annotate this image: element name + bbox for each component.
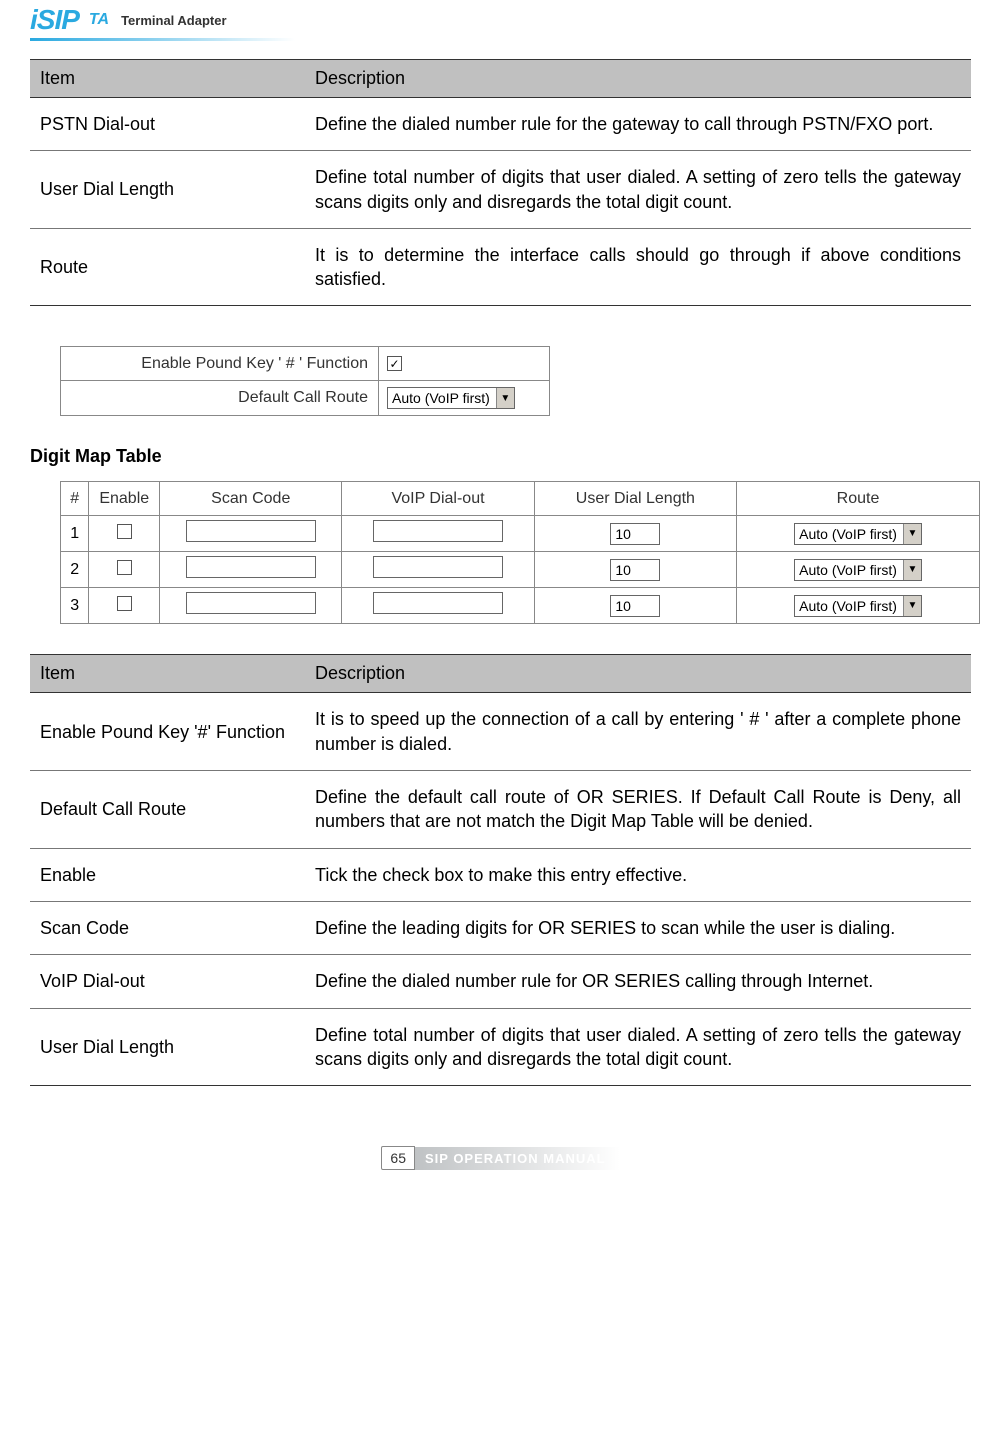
pound-key-label: Enable Pound Key ' # ' Function <box>61 347 379 380</box>
th-item: Item <box>30 60 305 98</box>
scan-code-input[interactable] <box>186 520 316 542</box>
enable-checkbox[interactable] <box>117 596 132 611</box>
select-value: Auto (VoIP first) <box>799 562 903 578</box>
cell-desc: It is to speed up the connection of a ca… <box>305 693 971 771</box>
table-row: VoIP Dial-out Define the dialed number r… <box>30 955 971 1008</box>
th-desc: Description <box>305 655 971 693</box>
chevron-down-icon: ▼ <box>496 388 514 408</box>
dial-length-input[interactable]: 10 <box>610 523 660 545</box>
dial-length-input[interactable]: 10 <box>610 595 660 617</box>
cell-item: Route <box>30 228 305 306</box>
chevron-down-icon: ▼ <box>903 560 921 580</box>
select-value: Auto (VoIP first) <box>799 598 903 614</box>
description-table-2: Item Description Enable Pound Key '#' Fu… <box>30 654 971 1086</box>
cell-num: 3 <box>61 588 89 624</box>
cell-desc: Define the leading digits for OR SERIES … <box>305 901 971 954</box>
table-row: 2 10 Auto (VoIP first)▼ <box>61 552 980 588</box>
table-row: Scan Code Define the leading digits for … <box>30 901 971 954</box>
th-num: # <box>61 482 89 516</box>
table-row: User Dial Length Define total number of … <box>30 1008 971 1086</box>
th-len: User Dial Length <box>534 482 736 516</box>
table-row: 1 10 Auto (VoIP first)▼ <box>61 516 980 552</box>
chevron-down-icon: ▼ <box>903 596 921 616</box>
cell-item: PSTN Dial-out <box>30 98 305 151</box>
scan-code-input[interactable] <box>186 592 316 614</box>
description-table-1: Item Description PSTN Dial-out Define th… <box>30 59 971 306</box>
cell-desc: Define total number of digits that user … <box>305 151 971 229</box>
cell-desc: Define the dialed number rule for the ga… <box>305 98 971 151</box>
th-item: Item <box>30 655 305 693</box>
logo-ta: TA <box>89 11 109 29</box>
settings-row-route: Default Call Route Auto (VoIP first) ▼ <box>61 381 549 415</box>
digit-map-table: # Enable Scan Code VoIP Dial-out User Di… <box>60 481 980 624</box>
cell-item: User Dial Length <box>30 151 305 229</box>
table-row: Enable Tick the check box to make this e… <box>30 848 971 901</box>
th-scan: Scan Code <box>160 482 342 516</box>
scan-code-input[interactable] <box>186 556 316 578</box>
cell-item: User Dial Length <box>30 1008 305 1086</box>
pound-key-checkbox[interactable]: ✓ <box>387 356 402 371</box>
default-route-select[interactable]: Auto (VoIP first) ▼ <box>387 387 515 409</box>
cell-item: Default Call Route <box>30 771 305 849</box>
enable-checkbox[interactable] <box>117 524 132 539</box>
select-value: Auto (VoIP first) <box>392 390 496 406</box>
cell-item: Enable <box>30 848 305 901</box>
cell-desc: Define the default call route of OR SERI… <box>305 771 971 849</box>
th-voip: VoIP Dial-out <box>342 482 534 516</box>
table-row: Route It is to determine the interface c… <box>30 228 971 306</box>
table-row: 3 10 Auto (VoIP first)▼ <box>61 588 980 624</box>
logo-text: iSIP <box>30 4 79 36</box>
th-enable: Enable <box>89 482 160 516</box>
section-title: Digit Map Table <box>30 446 971 467</box>
table-row: Default Call Route Define the default ca… <box>30 771 971 849</box>
default-route-label: Default Call Route <box>61 381 379 415</box>
voip-dialout-input[interactable] <box>373 592 503 614</box>
page-footer: 65 SIP OPERATION MANUAL <box>0 1146 1001 1170</box>
cell-desc: Define total number of digits that user … <box>305 1008 971 1086</box>
cell-num: 2 <box>61 552 89 588</box>
th-route: Route <box>737 482 980 516</box>
cell-desc: Tick the check box to make this entry ef… <box>305 848 971 901</box>
header-underline <box>30 38 295 41</box>
voip-dialout-input[interactable] <box>373 556 503 578</box>
table-row: PSTN Dial-out Define the dialed number r… <box>30 98 971 151</box>
voip-dialout-input[interactable] <box>373 520 503 542</box>
chevron-down-icon: ▼ <box>903 524 921 544</box>
enable-checkbox[interactable] <box>117 560 132 575</box>
cell-num: 1 <box>61 516 89 552</box>
footer-label: SIP OPERATION MANUAL <box>415 1147 620 1170</box>
th-desc: Description <box>305 60 971 98</box>
cell-desc: It is to determine the interface calls s… <box>305 228 971 306</box>
table-row: Enable Pound Key '#' Function It is to s… <box>30 693 971 771</box>
cell-item: VoIP Dial-out <box>30 955 305 1008</box>
cell-item: Enable Pound Key '#' Function <box>30 693 305 771</box>
settings-row-pound: Enable Pound Key ' # ' Function ✓ <box>61 347 549 381</box>
cell-item: Scan Code <box>30 901 305 954</box>
dial-length-input[interactable]: 10 <box>610 559 660 581</box>
table-row: User Dial Length Define total number of … <box>30 151 971 229</box>
doc-header: iSIP TA Terminal Adapter <box>0 0 1001 38</box>
settings-panel: Enable Pound Key ' # ' Function ✓ Defaul… <box>60 346 550 416</box>
header-label: Terminal Adapter <box>121 13 226 28</box>
page-number: 65 <box>381 1146 415 1170</box>
route-select[interactable]: Auto (VoIP first)▼ <box>794 595 922 617</box>
select-value: Auto (VoIP first) <box>799 526 903 542</box>
route-select[interactable]: Auto (VoIP first)▼ <box>794 559 922 581</box>
route-select[interactable]: Auto (VoIP first)▼ <box>794 523 922 545</box>
cell-desc: Define the dialed number rule for OR SER… <box>305 955 971 1008</box>
